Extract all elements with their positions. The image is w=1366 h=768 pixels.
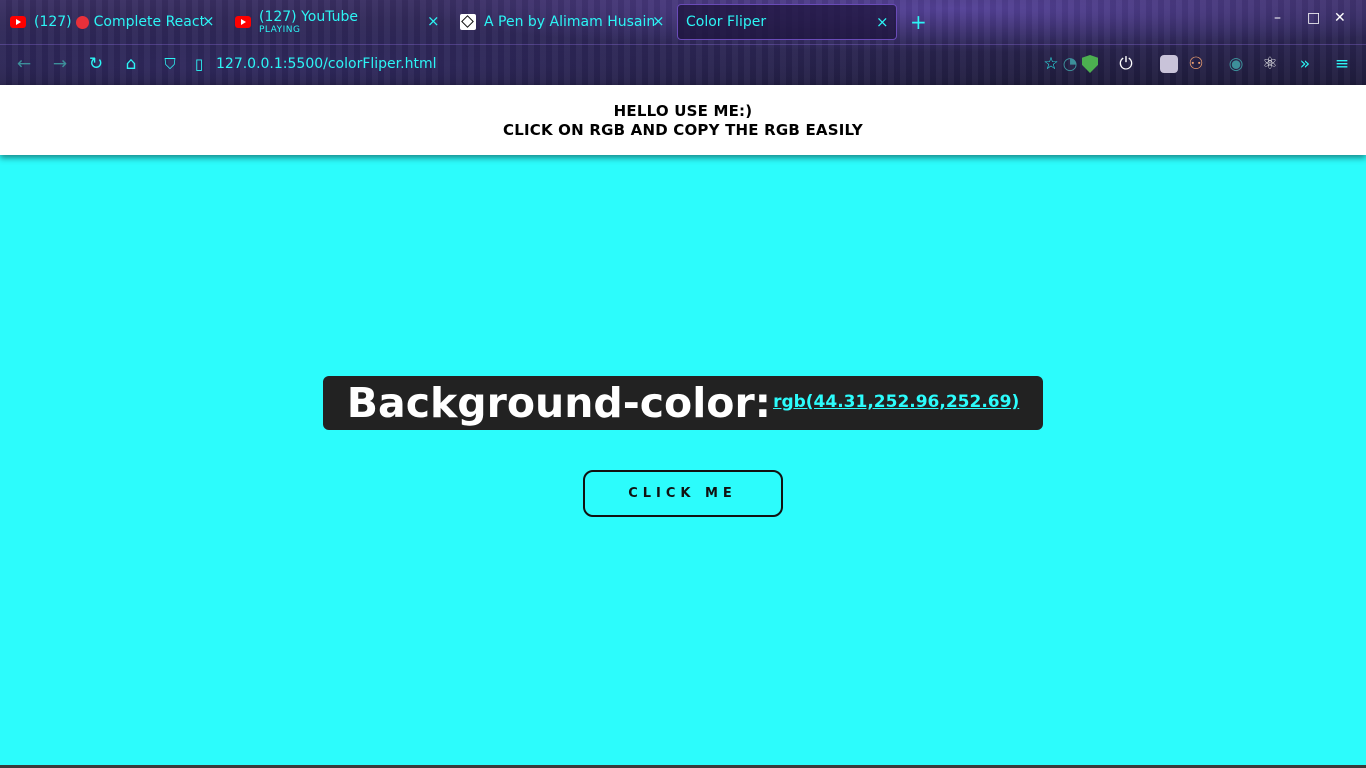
home-icon[interactable]: ⌂ (121, 54, 141, 74)
codepen-icon (460, 14, 476, 30)
react-devtools-icon[interactable]: ⚛ (1260, 54, 1280, 74)
background-color-label: Background-color: (346, 379, 772, 427)
main-area: Background-color: rgb(44.31,252.96,252.6… (0, 155, 1366, 765)
tab-close-icon[interactable]: × (427, 12, 440, 30)
extension-icon[interactable]: ◔ (1060, 54, 1080, 74)
tab-title: Color Fliper (686, 14, 767, 30)
browser-chrome: (127) Complete React × (127) YouTube PLA… (0, 0, 1366, 85)
reload-icon[interactable]: ↻ (86, 54, 106, 74)
power-icon[interactable]: ⏻ (1116, 54, 1136, 74)
close-window-button[interactable]: ✕ (1334, 10, 1346, 26)
tab-close-icon[interactable]: × (202, 12, 215, 30)
overflow-icon[interactable]: » (1295, 54, 1315, 74)
back-icon[interactable]: ← (14, 54, 34, 74)
menu-icon[interactable]: ≡ (1332, 54, 1352, 74)
tab-codepen[interactable]: A Pen by Alimam Husain × (460, 4, 672, 40)
page-icon[interactable]: ▯ (189, 54, 209, 74)
url-bar[interactable]: 127.0.0.1:5500/colorFliper.html (216, 56, 436, 72)
tab-complete-react[interactable]: (127) Complete React × (10, 4, 216, 40)
header-instructions: CLICK ON RGB AND COPY THE RGB EASILY (502, 121, 863, 139)
color-display-box: Background-color: rgb(44.31,252.96,252.6… (323, 376, 1043, 430)
record-dot-icon (75, 15, 89, 29)
tab-close-icon[interactable]: × (652, 12, 665, 30)
tab-playing-label: PLAYING (259, 25, 301, 35)
tab-title: Complete React (93, 14, 204, 30)
page-header: HELLO USE ME:) CLICK ON RGB AND COPY THE… (0, 85, 1366, 155)
tab-close-icon[interactable]: × (876, 13, 889, 31)
shield-icon[interactable]: ⛉ (160, 54, 180, 74)
star-icon[interactable]: ☆ (1041, 54, 1061, 74)
tab-count: (127) (34, 14, 72, 30)
new-tab-button[interactable]: + (910, 10, 927, 34)
rgb-value-link[interactable]: rgb(44.31,252.96,252.69) (773, 392, 1019, 412)
maximize-button[interactable]: □ (1307, 10, 1320, 26)
extension-box-icon[interactable] (1160, 55, 1178, 73)
forward-icon[interactable]: → (50, 54, 70, 74)
glasses-icon[interactable]: ⚇ (1186, 54, 1206, 74)
nav-toolbar: ← → ↻ ⌂ ⛉ ▯ 127.0.0.1:5500/colorFliper.h… (0, 44, 1366, 85)
tab-title: (127) YouTube (259, 9, 359, 25)
tab-title: A Pen by Alimam Husain (484, 14, 656, 30)
youtube-icon (235, 16, 251, 28)
tab-bar: (127) Complete React × (127) YouTube PLA… (0, 0, 1366, 44)
youtube-icon (10, 16, 26, 28)
header-greeting: HELLO USE ME:) (613, 102, 753, 120)
minimize-button[interactable]: – (1274, 10, 1281, 26)
tab-color-fliper[interactable]: Color Fliper × (677, 4, 897, 40)
ublock-icon[interactable] (1082, 55, 1098, 73)
tab-youtube[interactable]: (127) YouTube PLAYING × (235, 4, 445, 40)
extension-icon[interactable]: ◉ (1226, 54, 1246, 74)
click-me-button[interactable]: CLICK ME (583, 470, 783, 517)
